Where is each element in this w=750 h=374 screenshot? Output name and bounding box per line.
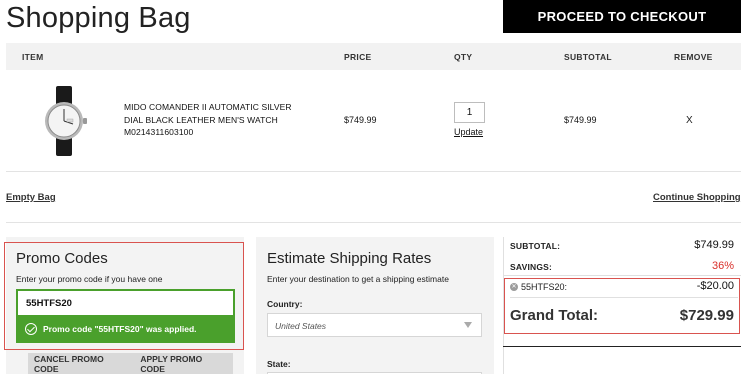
cart-table-header: ITEM PRICE QTY SUBTOTAL REMOVE xyxy=(6,43,741,70)
empty-bag-link[interactable]: Empty Bag xyxy=(6,192,56,203)
cart-item-row: MIDO COMANDER II AUTOMATIC SILVER DIAL B… xyxy=(6,70,741,172)
product-name-link[interactable]: MIDO COMANDER II AUTOMATIC SILVER DIAL B… xyxy=(124,101,302,139)
item-subtotal: $749.99 xyxy=(564,115,597,125)
remove-item-button[interactable]: X xyxy=(686,115,693,126)
proceed-to-checkout-button[interactable]: PROCEED TO CHECKOUT xyxy=(503,0,741,33)
column-header-subtotal: SUBTOTAL xyxy=(564,52,612,62)
savings-value: 36% xyxy=(711,260,734,272)
promo-code-input[interactable]: 55HTFS20 xyxy=(16,289,235,315)
totals-separator xyxy=(503,275,741,276)
continue-shopping-link[interactable]: Continue Shopping xyxy=(653,192,741,203)
promo-discount-value: -$20.00 xyxy=(696,280,734,292)
divider xyxy=(6,222,741,223)
estimate-shipping-heading: Estimate Shipping Rates xyxy=(267,250,432,267)
check-circle-icon xyxy=(25,323,37,335)
subtotal-label: SUBTOTAL: xyxy=(510,241,561,251)
promo-actions-bar: CANCEL PROMO CODE APPLY PROMO CODE xyxy=(28,353,233,374)
column-header-qty: QTY xyxy=(454,52,473,62)
subtotal-value: $749.99 xyxy=(694,239,734,251)
country-label: Country: xyxy=(267,299,303,309)
state-label: State: xyxy=(267,359,291,369)
savings-label: SAVINGS: xyxy=(510,262,553,272)
promo-success-text: Promo code "55HTFS20" was applied. xyxy=(43,324,197,334)
promo-success-message: Promo code "55HTFS20" was applied. xyxy=(16,315,235,343)
product-image-watch[interactable] xyxy=(34,86,94,156)
grand-total-value: $729.99 xyxy=(679,307,734,324)
column-header-item: ITEM xyxy=(22,52,44,62)
country-select[interactable]: United States xyxy=(267,313,482,337)
quantity-input[interactable]: 1 xyxy=(454,102,485,123)
page-title: Shopping Bag xyxy=(6,2,191,34)
country-select-value: United States xyxy=(275,321,327,331)
update-quantity-link[interactable]: Update xyxy=(454,127,483,137)
totals-bottom-rule xyxy=(503,346,741,347)
totals-separator xyxy=(510,297,738,298)
chevron-down-icon xyxy=(464,322,472,328)
column-header-price: PRICE xyxy=(344,52,372,62)
cancel-promo-code-button[interactable]: CANCEL PROMO CODE xyxy=(28,354,134,374)
grand-total-label: Grand Total: xyxy=(510,307,599,324)
promo-codes-hint: Enter your promo code if you have one xyxy=(16,274,163,284)
applied-promo-code: 55HTFS20: xyxy=(521,282,568,292)
column-header-remove: REMOVE xyxy=(674,52,713,62)
apply-promo-code-button[interactable]: APPLY PROMO CODE xyxy=(134,354,233,374)
remove-promo-icon[interactable]: ✕ xyxy=(510,283,518,291)
estimate-shipping-hint: Enter your destination to get a shipping… xyxy=(267,274,449,284)
item-price: $749.99 xyxy=(344,115,377,125)
promo-codes-heading: Promo Codes xyxy=(16,250,108,267)
